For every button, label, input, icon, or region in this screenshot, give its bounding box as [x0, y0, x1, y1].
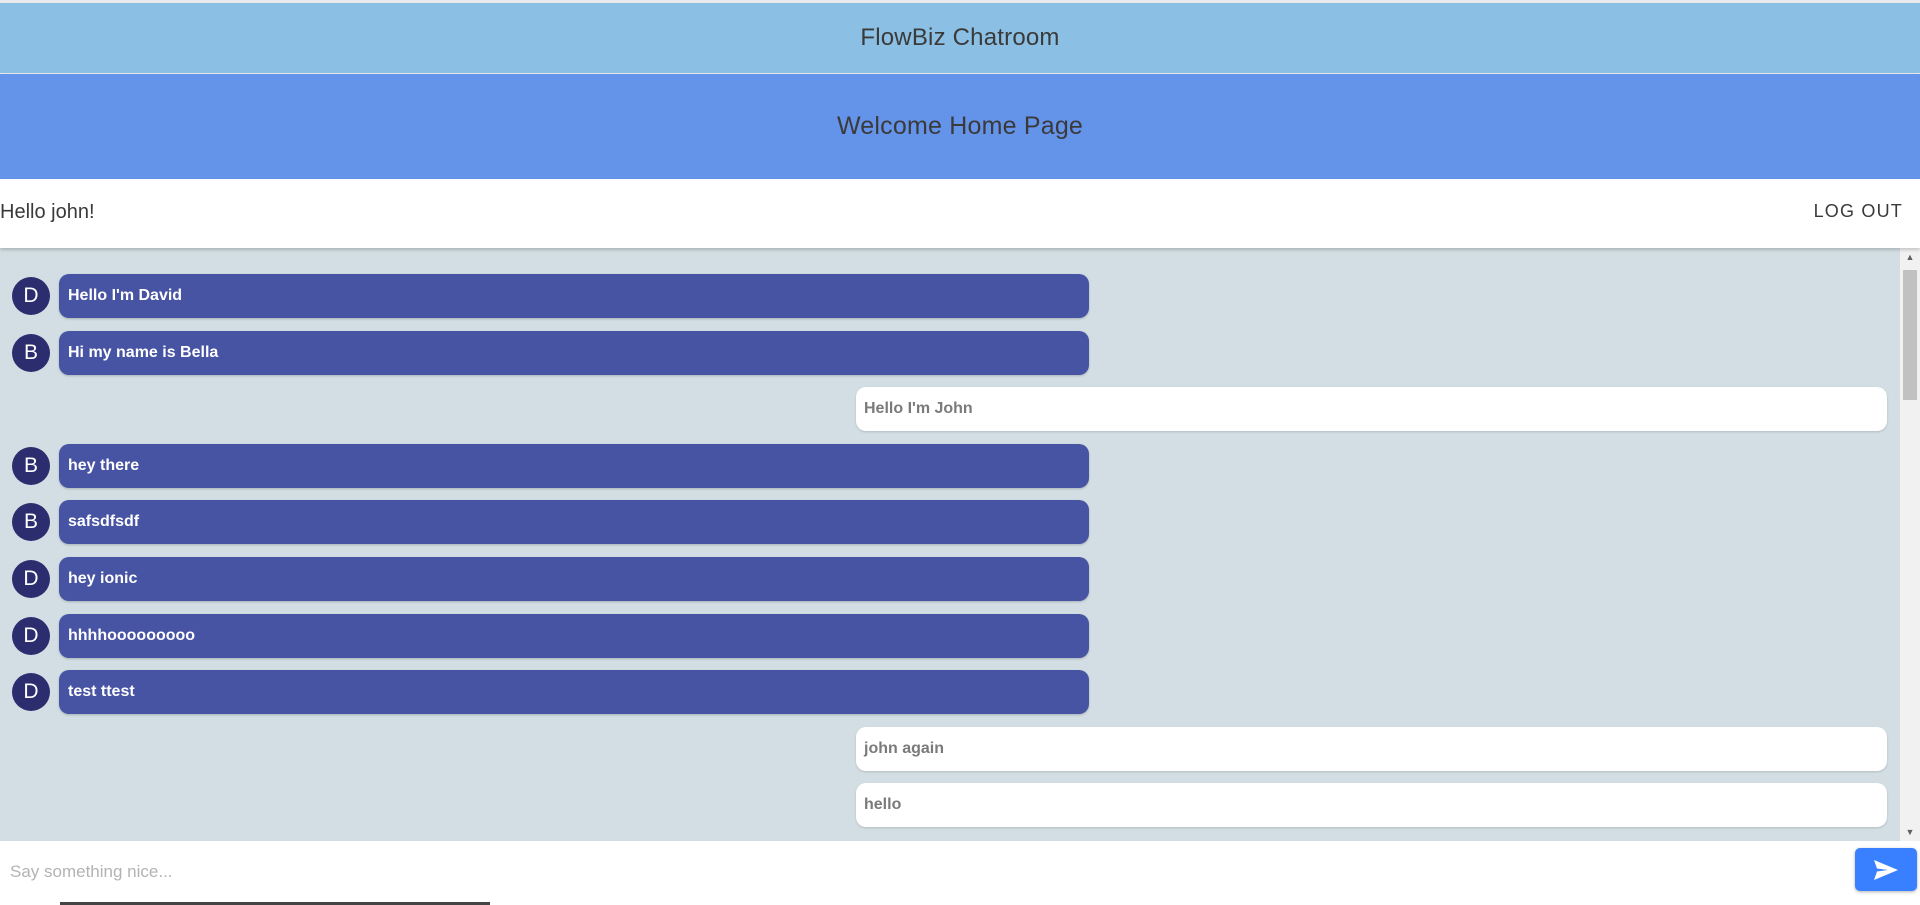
message-input[interactable] [10, 853, 1840, 891]
outgoing-message: Hello I'm John [0, 387, 1900, 432]
message-bubble: hey ionic [59, 557, 1089, 601]
incoming-message: B Hi my name is Bella [0, 330, 1900, 375]
avatar: B [12, 333, 50, 372]
avatar: B [12, 446, 50, 485]
welcome-banner: Welcome Home Page [0, 74, 1920, 179]
incoming-message: Dhhhhooooooooo [0, 613, 1900, 658]
scroll-down-arrow-icon[interactable]: ▼ [1900, 825, 1920, 839]
avatar: D [12, 673, 50, 712]
outgoing-message: john again [0, 726, 1900, 771]
logout-button[interactable]: LOG OUT [1814, 201, 1903, 222]
incoming-message: D Hello I'm David [0, 274, 1900, 318]
scrollbar-thumb[interactable] [1903, 270, 1917, 400]
app-title: FlowBiz Chatroom [860, 24, 1060, 51]
message-bubble: hey there [59, 443, 1089, 488]
incoming-message: Bsafsdfsdf [0, 500, 1900, 545]
avatar: D [12, 560, 50, 598]
message-bubble: john again [856, 726, 1887, 771]
message-composer [0, 841, 1920, 905]
incoming-message: Dhey ionic [0, 557, 1900, 601]
message-bubble: Hi my name is Bella [59, 330, 1089, 375]
chat-messages-area[interactable]: D Hello I'm David B Hi my name is Bella Hell… [0, 248, 1920, 841]
user-greeting: Hello john! [0, 201, 95, 223]
message-bubble: Hello I'm David [59, 274, 1089, 318]
avatar: D [12, 616, 50, 655]
avatar: D [12, 277, 50, 315]
message-bubble: hello [856, 783, 1887, 828]
page-title: Welcome Home Page [836, 112, 1084, 140]
message-bubble: hhhhooooooooo [59, 613, 1089, 658]
incoming-message: Dtest ttest [0, 670, 1900, 715]
send-icon [1874, 859, 1898, 880]
message-bubble: safsdfsdf [59, 500, 1089, 545]
incoming-message: Bhey there [0, 443, 1900, 488]
outgoing-message: hello [0, 783, 1900, 828]
message-bubble: Hello I'm John [856, 387, 1887, 432]
user-bar: Hello john! LOG OUT [0, 179, 1920, 248]
send-button[interactable] [1855, 848, 1917, 891]
avatar: B [12, 503, 50, 542]
message-bubble: test ttest [59, 670, 1089, 715]
scroll-up-arrow-icon[interactable]: ▲ [1900, 250, 1920, 264]
scrollbar[interactable]: ▲ ▼ [1900, 248, 1920, 841]
app-header: FlowBiz Chatroom [0, 3, 1920, 73]
